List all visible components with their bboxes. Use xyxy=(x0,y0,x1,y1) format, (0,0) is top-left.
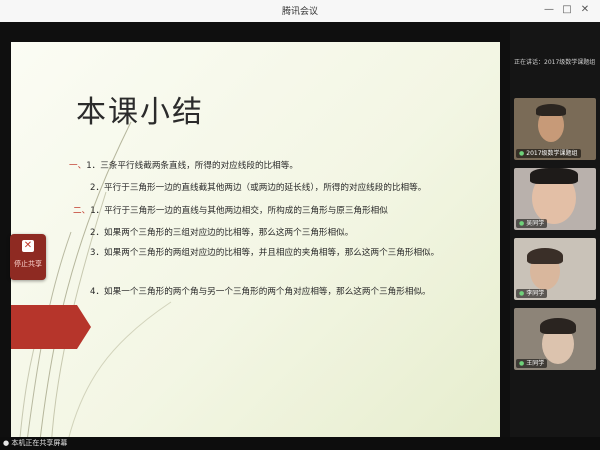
participant-hair xyxy=(530,168,578,184)
stop-sharing-label: 停止共享 xyxy=(14,260,42,268)
status-bar: ● 本机正在共享屏幕 xyxy=(0,437,600,450)
maximize-icon[interactable]: □ xyxy=(560,3,574,17)
summary-text: 2．平行于三角形一边的直线截其他两边（或两边的延长线），所得的对应线段的比相等。 xyxy=(90,183,427,193)
participant-video-tile[interactable]: ● 王同学 xyxy=(514,308,596,370)
participant-panel: 正在讲话：2017级数学课题组 ● 2017级数学课题组 ● 吴同学 ● 李同学 ● 王… xyxy=(510,22,600,437)
title-bar: 腾讯会议 — □ ✕ xyxy=(0,0,600,23)
participant-video-tile[interactable]: ● 2017级数学课题组 xyxy=(514,98,596,160)
shared-screen-area: 本课小结 一、1．三条平行线截两条直线，所得的对应线段的比相等。 2．平行于三角… xyxy=(0,22,510,449)
participant-video-tile[interactable]: ● 李同学 xyxy=(514,238,596,300)
close-window-icon[interactable]: ✕ xyxy=(578,3,592,17)
summary-line: 3．如果两个三角形的两组对应边的比相等，并且相应的夹角相等，那么这两个三角形相似… xyxy=(90,247,460,260)
stop-sharing-button[interactable]: ✕ 停止共享 xyxy=(10,234,46,280)
summary-text: 2．如果两个三角形的三组对应边的比相等，那么这两个三角形相似。 xyxy=(90,228,354,238)
summary-line: 4．如果一个三角形的两个角与另一个三角形的两个角对应相等，那么这两个三角形相似。 xyxy=(90,285,431,297)
screen-share-icon: ● xyxy=(3,439,10,447)
participant-name-badge: ● 2017级数学课题组 xyxy=(516,149,581,158)
participant-name-badge: ● 王同学 xyxy=(516,359,548,368)
slide-title: 本课小结 xyxy=(76,95,204,130)
speaker-indicator: 正在讲话：2017级数学课题组 xyxy=(514,59,596,66)
participant-hair xyxy=(536,104,566,116)
microphone-icon: ● xyxy=(519,360,525,367)
participant-hair xyxy=(527,248,563,264)
summary-text: 1．平行于三角形一边的直线与其他两边相交，所构成的三角形与原三角形相似 xyxy=(90,206,388,216)
red-arrow-tab-icon xyxy=(11,305,91,349)
summary-line: 一、1．三条平行线截两条直线，所得的对应线段的比相等。 xyxy=(69,159,298,171)
participant-video-tile[interactable]: ● 吴同学 xyxy=(514,168,596,230)
summary-line: 2．平行于三角形一边的直线截其他两边（或两边的延长线），所得的对应线段的比相等。 xyxy=(90,181,426,193)
participant-hair xyxy=(540,318,576,334)
section-marker: 一、 xyxy=(69,161,87,171)
window-title: 腾讯会议 xyxy=(281,7,318,17)
presentation-slide: 本课小结 一、1．三条平行线截两条直线，所得的对应线段的比相等。 2．平行于三角… xyxy=(11,42,500,449)
sharing-status: ● 本机正在共享屏幕 xyxy=(3,439,68,447)
summary-text: 3．如果两个三角形的两组对应边的比相等，并且相应的夹角相等，那么这两个三角形相似… xyxy=(90,248,440,258)
summary-line: 2．如果两个三角形的三组对应边的比相等，那么这两个三角形相似。 xyxy=(90,226,353,238)
summary-text: 4．如果一个三角形的两个角与另一个三角形的两个角对应相等，那么这两个三角形相似。 xyxy=(90,287,431,297)
participant-name-badge: ● 吴同学 xyxy=(516,219,548,228)
summary-text: 1．三条平行线截两条直线，所得的对应线段的比相等。 xyxy=(86,161,298,171)
microphone-icon: ● xyxy=(519,290,525,297)
participant-name-badge: ● 李同学 xyxy=(516,289,548,298)
minimize-icon[interactable]: — xyxy=(542,3,556,17)
microphone-icon: ● xyxy=(519,150,525,157)
microphone-icon: ● xyxy=(519,220,525,227)
summary-line: 二、1．平行于三角形一边的直线与其他两边相交，所构成的三角形与原三角形相似 xyxy=(73,204,388,216)
close-icon: ✕ xyxy=(22,240,34,252)
section-marker: 二、 xyxy=(73,206,91,216)
